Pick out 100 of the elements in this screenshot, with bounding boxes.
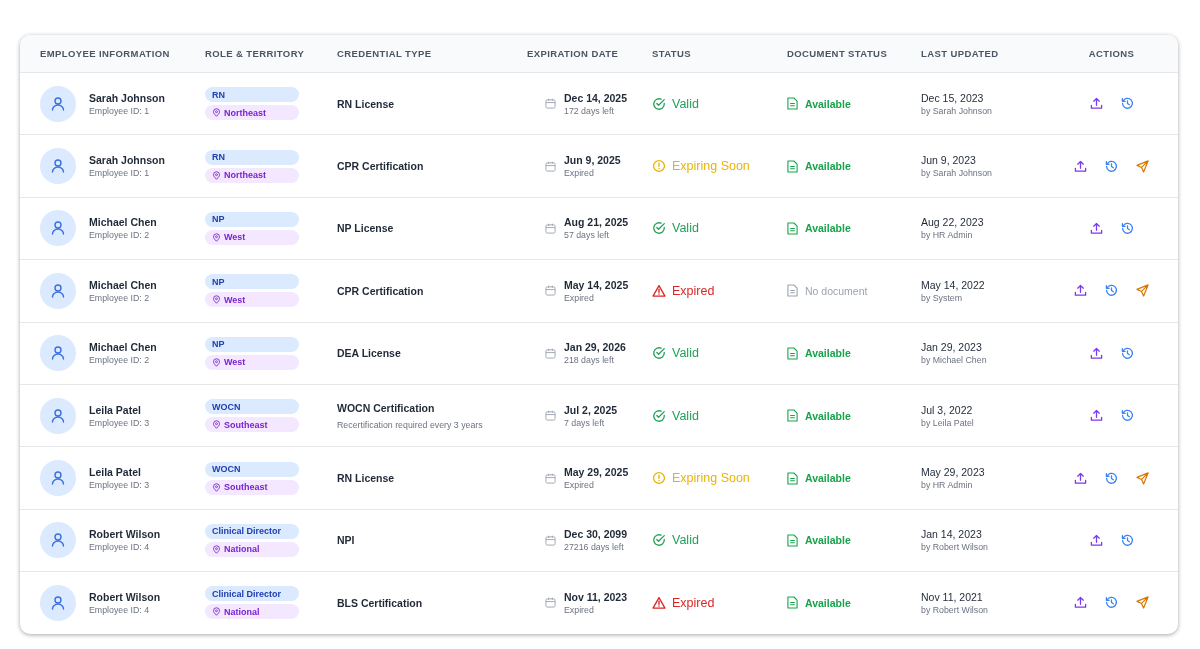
role-tag: WOCN [205,461,299,477]
column-header: EMPLOYEE INFORMATION [39,48,171,59]
employee-name: Sarah Johnson [89,154,165,167]
employee-id: Employee ID: 2 [89,292,151,303]
map-pin-icon [212,420,221,430]
credential-type: NP License [337,222,395,235]
credential-status: Valid [672,346,699,361]
territory-name: Southeast [224,482,268,493]
map-pin-icon [212,482,221,492]
last-updated-date: Dec 15, 2023 [921,91,985,104]
credential-type: WOCN Certification [337,401,436,414]
days-remaining: Expired [564,292,595,303]
user-avatar-icon [40,522,76,559]
last-updated-date: Nov 11, 2021 [921,590,984,603]
credential-status: Valid [672,408,699,423]
calendar-icon [545,98,556,110]
employee-name: Michael Chen [89,216,157,229]
updated-by: by Sarah Johnson [921,168,993,179]
check-circle-icon [652,96,666,111]
user-avatar-icon [40,148,76,185]
calendar-icon [545,597,556,609]
role-tag: Clinical Director [205,586,299,602]
territory-name: West [224,232,246,243]
check-circle-icon [652,408,666,423]
check-circle-icon [652,346,666,361]
credential-type: NPI [337,534,356,547]
map-pin-icon [212,108,221,118]
credential-type: CPR Certification [337,160,425,173]
map-pin-icon [212,607,221,617]
credential-status: Expiring Soon [672,159,750,174]
user-avatar-icon [40,335,76,372]
document-status: Available [805,347,851,360]
employee-id: Employee ID: 4 [89,542,151,553]
employee-id: Employee ID: 2 [89,230,151,241]
employee-name: Robert Wilson [89,528,161,541]
credential-type: DEA License [337,347,402,360]
send-reminder-button[interactable] [1134,282,1151,300]
document-status: Available [805,409,851,422]
credential-status: Valid [672,96,699,111]
role-tag: WOCN [205,399,299,415]
role-tag: NP [205,211,299,227]
employee-name: Michael Chen [89,278,157,291]
check-circle-icon [652,533,666,548]
role-tag: NP [205,274,299,290]
last-updated-date: May 14, 2022 [921,278,986,291]
expiration-date: Jul 2, 2025 [564,403,618,416]
last-updated-date: Jul 3, 2022 [921,403,974,416]
document-icon [787,159,798,173]
updated-by: by Sarah Johnson [921,105,993,116]
territory-name: West [224,357,246,368]
expiration-date: Jan 29, 2026 [564,341,626,354]
map-pin-icon [212,170,221,180]
map-pin-icon [212,295,221,305]
document-icon [787,596,798,610]
days-remaining: Expired [564,168,595,179]
territory-name: Southeast [224,419,268,430]
warning-triangle-icon [652,283,666,298]
send-reminder-button[interactable] [1134,594,1151,612]
document-status: Available [805,222,851,235]
calendar-icon [545,410,556,422]
user-avatar-icon [40,272,76,309]
map-pin-icon [212,357,221,367]
credential-type: RN License [337,97,396,110]
last-updated-date: Jan 29, 2023 [921,341,983,354]
document-status: No document [805,284,868,297]
days-remaining: Expired [564,480,595,491]
credential-status: Expired [672,595,715,610]
employee-name: Robert Wilson [89,590,161,603]
credential-status: Valid [672,533,699,548]
credential-type: CPR Certification [337,284,425,297]
credential-type: BLS Certification [337,596,424,609]
updated-by: by Robert Wilson [921,542,989,553]
expiration-date: Jun 9, 2025 [564,154,621,167]
alert-circle-icon [652,471,666,486]
updated-by: by HR Admin [921,230,974,241]
column-header: ACTIONS [1087,48,1136,59]
expiration-date: Dec 30, 2099 [564,528,628,541]
employee-id: Employee ID: 2 [89,355,151,366]
document-icon [787,471,798,485]
updated-by: by Michael Chen [921,355,988,366]
days-remaining: 7 days left [564,417,606,428]
employee-id: Employee ID: 4 [89,604,151,615]
column-header: LAST UPDATED [921,48,1000,59]
territory-name: West [224,294,246,305]
expiration-date: Nov 11, 2023 [564,590,628,603]
user-avatar-icon [40,584,76,621]
user-avatar-icon [40,460,76,497]
last-updated-date: May 29, 2023 [921,466,986,479]
last-updated-date: Aug 22, 2023 [921,216,985,229]
user-avatar-icon [40,397,76,434]
updated-by: by HR Admin [921,480,974,491]
send-reminder-button[interactable] [1134,157,1151,175]
updated-by: by Leila Patel [921,417,975,428]
days-remaining: 57 days left [564,230,610,241]
send-reminder-button[interactable] [1134,469,1151,487]
employee-id: Employee ID: 3 [89,480,150,491]
document-icon [787,409,798,423]
document-status: Available [805,160,851,173]
role-tag: RN [205,149,299,165]
days-remaining: Expired [564,604,595,615]
